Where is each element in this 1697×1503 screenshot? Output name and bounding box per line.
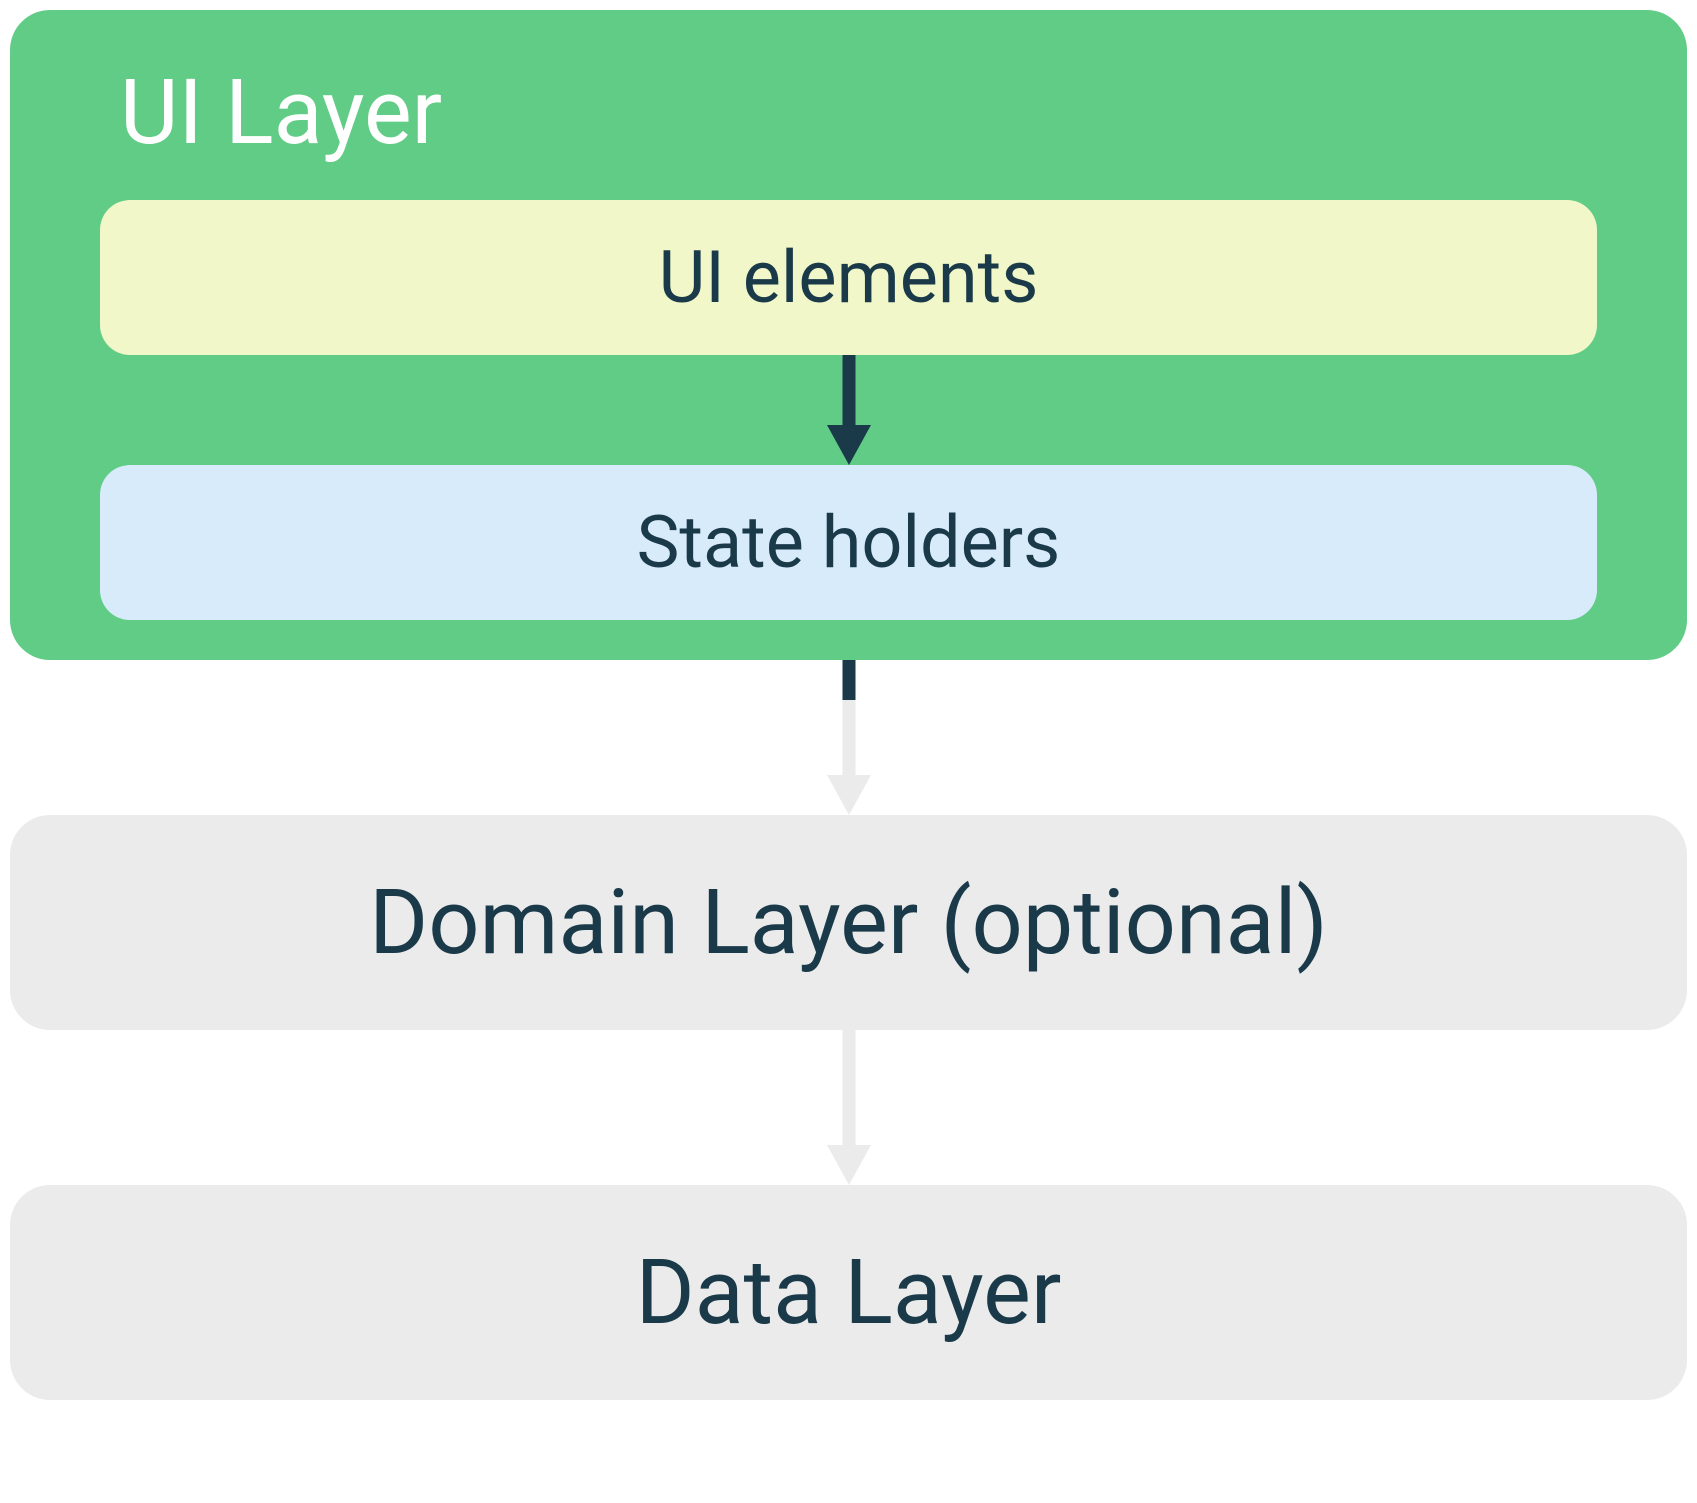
ui-layer-container: UI Layer UI elements State holders	[10, 10, 1687, 660]
arrow-down-icon	[819, 660, 879, 815]
state-holders-label: State holders	[637, 500, 1061, 585]
ui-layer-title: UI Layer	[120, 60, 1597, 165]
arrow-down-icon	[819, 1030, 879, 1185]
arrow-domain-to-data	[819, 1030, 879, 1185]
data-layer-box: Data Layer	[10, 1185, 1687, 1400]
arrow-ui-to-state	[100, 355, 1597, 465]
architecture-diagram: UI Layer UI elements State holders Domai…	[10, 10, 1687, 1400]
ui-elements-box: UI elements	[100, 200, 1597, 355]
domain-layer-label: Domain Layer (optional)	[369, 870, 1328, 975]
data-layer-label: Data Layer	[636, 1240, 1062, 1345]
state-holders-box: State holders	[100, 465, 1597, 620]
ui-elements-label: UI elements	[659, 235, 1039, 320]
arrow-ui-to-domain	[819, 660, 879, 815]
arrow-down-icon	[819, 355, 879, 465]
domain-layer-box: Domain Layer (optional)	[10, 815, 1687, 1030]
